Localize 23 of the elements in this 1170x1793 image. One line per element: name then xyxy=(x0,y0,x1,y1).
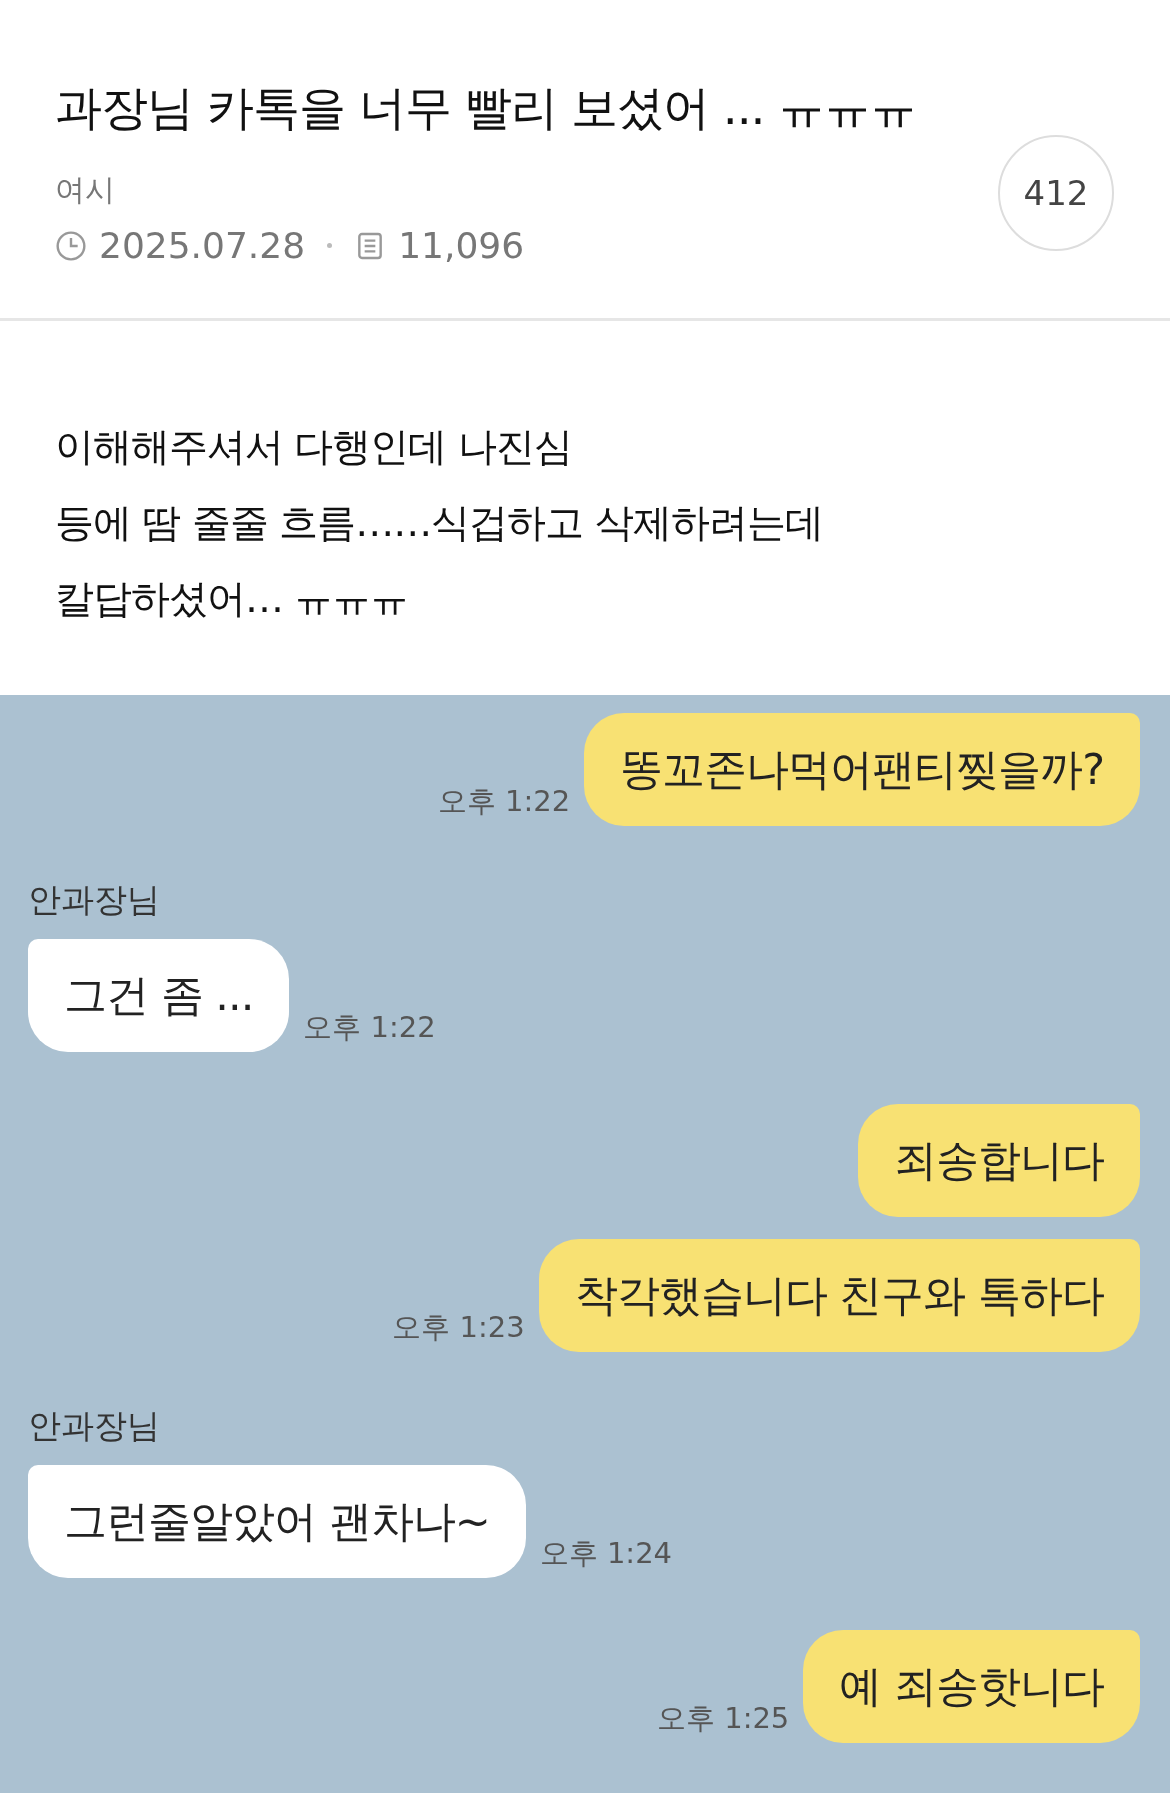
sender-name: 안과장님 xyxy=(28,879,161,922)
clock-icon xyxy=(55,229,87,262)
sender-name: 안과장님 xyxy=(28,1405,161,1448)
body-text-line: 등에 땀 줄줄 흐름……식겁하고 삭제하려는데 xyxy=(55,499,824,548)
message-time: 오후 1:25 xyxy=(657,1700,790,1738)
message-time: 오후 1:22 xyxy=(303,1009,436,1047)
separator-dot xyxy=(327,243,333,249)
message-time: 오후 1:23 xyxy=(392,1309,525,1347)
message-bubble: 착각했습니다 친구와 톡하다 xyxy=(538,1239,1140,1353)
message-bubble: 그건 좀 ... xyxy=(28,939,290,1053)
post-title: 과장님 카톡을 너무 빨리 보셨어 ... ㅠㅠㅠ xyxy=(55,80,917,137)
author-name[interactable]: 여시 xyxy=(55,170,917,212)
body-text-line: 이해해주셔서 다행인데 나진심 xyxy=(55,423,573,472)
post-date: 2025.07.28 xyxy=(99,225,306,267)
comment-count[interactable]: 412 xyxy=(998,135,1114,252)
view-count: 11,096 xyxy=(398,225,525,267)
message-bubble: 그런줄알았어 괜차나~ xyxy=(28,1465,526,1579)
message-bubble: 예 죄송핫니다 xyxy=(803,1630,1140,1744)
message-bubble: 죄송합니다 xyxy=(858,1104,1140,1218)
message-time: 오후 1:24 xyxy=(539,1535,673,1573)
message-bubble: 똥꼬존나먹어팬티찢을까? xyxy=(584,713,1140,827)
body-text-line: 칼답하셨어… ㅠㅠㅠ xyxy=(55,575,410,624)
message-time: 오후 1:22 xyxy=(437,783,571,821)
